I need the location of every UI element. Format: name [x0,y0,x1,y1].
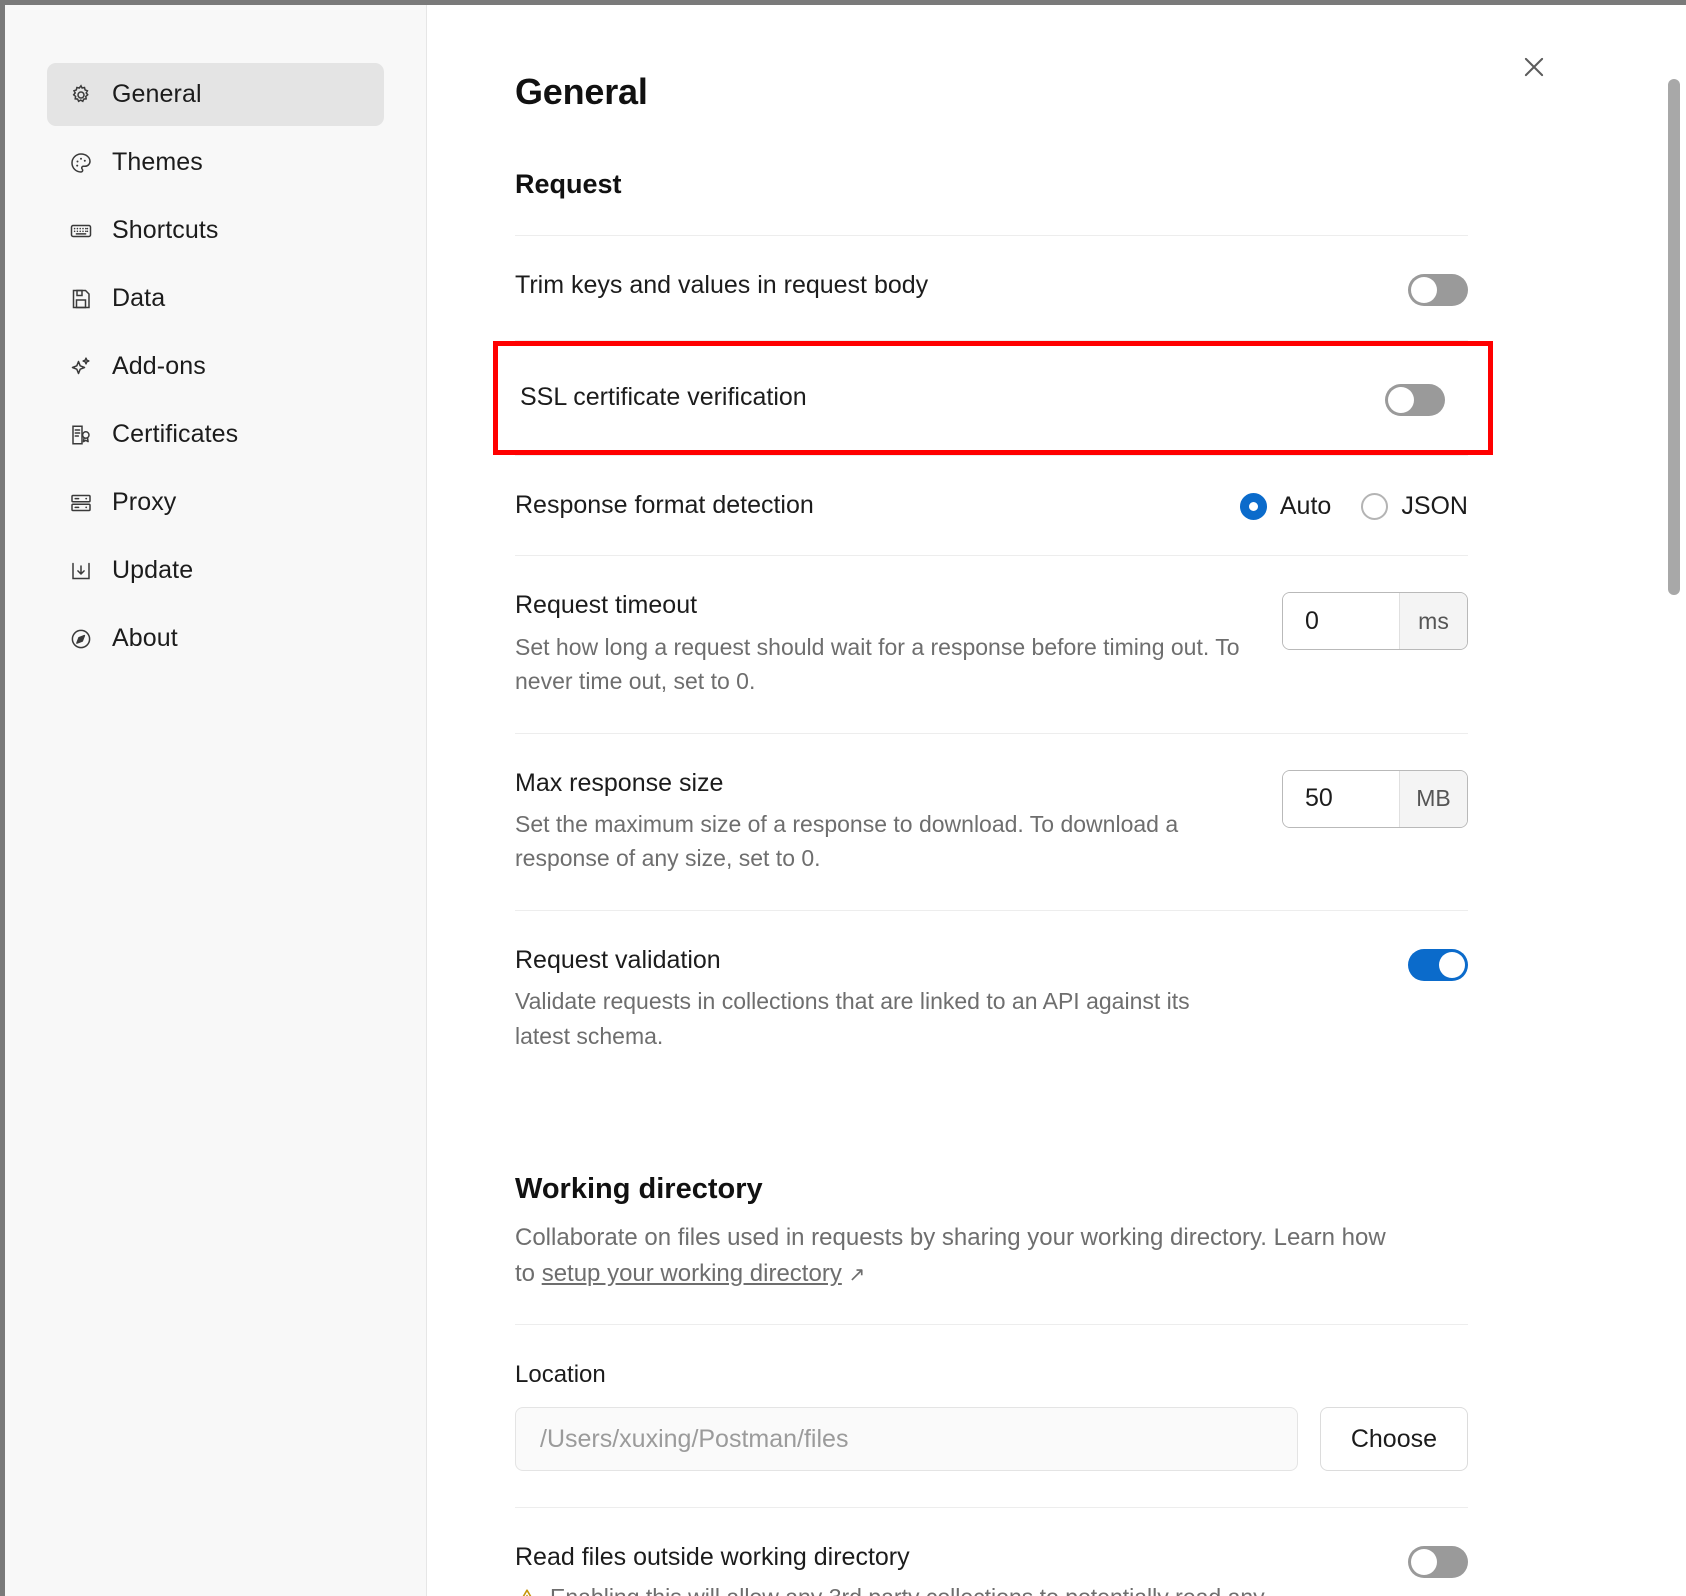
max-response-size-field[interactable]: MB [1282,770,1468,828]
request-timeout-input[interactable] [1283,593,1399,649]
settings-content: General Request Trim keys and values in … [427,5,1491,1596]
toggle-knob [1411,277,1437,303]
warning-triangle-icon [515,1586,539,1596]
sidebar-item-label: Shortcuts [112,218,219,243]
main-scrollbar[interactable] [1668,5,1680,1596]
sidebar-item-label: About [112,626,178,651]
setting-labels: Response format detection [515,490,814,521]
toggle-knob [1388,387,1414,413]
certificate-icon [69,423,93,447]
setting-label: Request timeout [515,590,1260,621]
toggle-knob [1439,952,1465,978]
setting-label: Request validation [515,945,1215,976]
setting-labels: Request validation Validate requests in … [515,945,1215,1053]
sidebar-item-proxy[interactable]: Proxy [47,471,384,534]
sidebar-item-data[interactable]: Data [47,267,384,330]
setting-row-request-timeout: Request timeout Set how long a request s… [515,556,1468,732]
working-directory-heading: Working directory [515,1173,1491,1206]
setting-row-read-outside: Read files outside working directory Ena… [515,1508,1468,1596]
read-outside-toggle[interactable] [1408,1546,1468,1578]
request-timeout-field[interactable]: ms [1282,592,1468,650]
sidebar-nav-list: General Themes [5,63,426,670]
ssl-verification-toggle[interactable] [1385,384,1445,416]
location-row: Choose [515,1407,1468,1471]
sidebar-item-label: Add-ons [112,354,206,379]
setting-labels: Trim keys and values in request body [515,270,928,301]
download-icon [69,559,93,583]
warning-text: Enabling this will allow any 3rd party c… [550,1581,1275,1596]
scrollbar-thumb[interactable] [1668,79,1680,595]
sidebar-item-certificates[interactable]: Certificates [47,403,384,466]
page-title: General [515,71,1491,113]
sidebar-item-label: Update [112,558,193,583]
warning-line: Enabling this will allow any 3rd party c… [515,1581,1275,1596]
sidebar-item-label: Data [112,286,165,311]
location-input[interactable] [515,1407,1298,1471]
setting-row-request-validation: Request validation Validate requests in … [515,911,1468,1087]
settings-window: General Themes [0,0,1686,1596]
server-icon [69,491,93,515]
setting-label: Trim keys and values in request body [515,270,928,301]
keyboard-icon [69,219,93,243]
setting-description: Validate requests in collections that ar… [515,984,1215,1053]
sparkle-icon [69,355,93,379]
radio-option-json[interactable]: JSON [1361,492,1468,521]
divider [515,1324,1468,1325]
sidebar-item-shortcuts[interactable]: Shortcuts [47,199,384,262]
toggle-knob [1411,1549,1437,1575]
trim-keys-toggle[interactable] [1408,274,1468,306]
location-label: Location [515,1361,1491,1389]
close-icon[interactable] [1514,47,1554,87]
request-section-heading: Request [515,169,1491,200]
max-response-size-unit: MB [1399,771,1467,827]
floppy-disk-icon [69,287,93,311]
response-format-radio-group: Auto JSON [1240,492,1468,521]
radio-label: JSON [1401,492,1468,521]
request-timeout-unit: ms [1399,593,1467,649]
choose-button[interactable]: Choose [1320,1407,1468,1471]
request-validation-toggle[interactable] [1408,949,1468,981]
sidebar-item-label: Themes [112,150,203,175]
settings-main-panel: General Request Trim keys and values in … [427,5,1686,1596]
setting-label: Response format detection [515,490,814,521]
setting-description: Set how long a request should wait for a… [515,630,1260,699]
sidebar-item-label: General [112,82,202,107]
setting-labels: SSL certificate verification [520,382,807,413]
radio-option-auto[interactable]: Auto [1240,492,1331,521]
radio-label: Auto [1280,492,1331,521]
settings-sidebar: General Themes [5,5,427,1596]
sidebar-item-label: Certificates [112,422,238,447]
setting-labels: Request timeout Set how long a request s… [515,590,1260,698]
setting-row-ssl-verification: SSL certificate verification [493,341,1493,455]
sidebar-item-about[interactable]: About [47,607,384,670]
sidebar-item-label: Proxy [112,490,176,515]
radio-circle-icon [1240,493,1267,520]
sidebar-item-general[interactable]: General [47,63,384,126]
setting-label: SSL certificate verification [520,382,807,413]
setting-row-response-format: Response format detection Auto JSON [515,456,1468,555]
setting-labels: Read files outside working directory Ena… [515,1542,1275,1596]
working-directory-description: Collaborate on files used in requests by… [515,1220,1395,1292]
setting-label: Read files outside working directory [515,1542,1275,1573]
setting-label: Max response size [515,768,1260,799]
sidebar-item-themes[interactable]: Themes [47,131,384,194]
setting-row-max-response-size: Max response size Set the maximum size o… [515,734,1468,910]
sidebar-item-update[interactable]: Update [47,539,384,602]
setting-labels: Max response size Set the maximum size o… [515,768,1260,876]
setup-working-directory-link[interactable]: setup your working directory [542,1260,842,1287]
setting-description: Set the maximum size of a response to do… [515,807,1260,876]
radio-circle-icon [1361,493,1388,520]
palette-icon [69,151,93,175]
gear-icon [69,83,93,107]
info-circle-icon [69,627,93,651]
max-response-size-input[interactable] [1283,771,1399,827]
sidebar-item-add-ons[interactable]: Add-ons [47,335,384,398]
setting-row-trim-keys: Trim keys and values in request body [515,236,1468,340]
external-link-arrow-icon: ↗ [849,1264,866,1286]
